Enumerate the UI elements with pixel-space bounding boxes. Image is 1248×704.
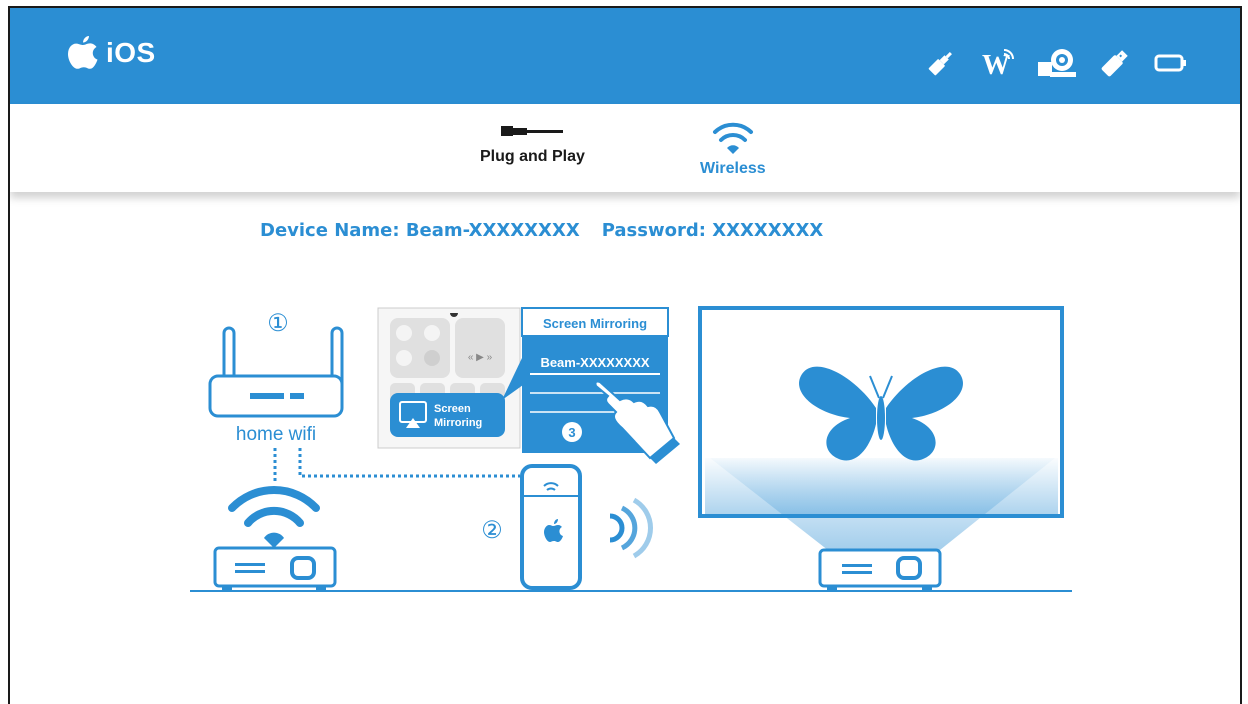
iphone-icon (520, 464, 582, 590)
signal-waves-icon (609, 497, 653, 559)
panel-title: Screen Mirroring (543, 316, 647, 331)
projection-screen (698, 306, 1064, 558)
router-icon (208, 326, 344, 418)
mode-tabbar: Plug and Play Wireless (10, 104, 1240, 192)
battery-icon[interactable] (1154, 53, 1188, 73)
app-window: iOS W Plug and Play Wireless Device Name… (8, 6, 1242, 704)
butterfly-icon (799, 366, 963, 461)
panel-device-name: Beam-XXXXXXXX (540, 355, 649, 370)
tab-label-plug-and-play: Plug and Play (480, 148, 585, 165)
screen-mirroring-button-line2: Mirroring (434, 417, 482, 429)
brand: iOS (66, 34, 156, 72)
password-text: Password: XXXXXXXX (601, 220, 824, 241)
svg-text:« ▶ »: « ▶ » (468, 352, 493, 363)
tab-wireless[interactable]: Wireless (700, 118, 766, 178)
screen-mirroring-button: Screen Mirroring (390, 393, 505, 437)
wifi-icon (712, 122, 753, 154)
screen-mirroring-button-line1: Screen (434, 403, 471, 415)
hdmi-cable-icon (501, 126, 564, 136)
webcam-icon[interactable] (1036, 46, 1076, 80)
screen-mirroring-panel (502, 307, 669, 453)
hdmi-plug-icon[interactable] (924, 46, 958, 80)
tab-plug-and-play[interactable]: Plug and Play (480, 118, 585, 166)
connection-info: Device Name: Beam-XXXXXXXX Password: XXX… (260, 220, 823, 241)
step-1-marker: ① (267, 310, 289, 337)
tab-label-wireless: Wireless (700, 160, 766, 177)
projector-left-icon (213, 546, 337, 591)
device-name-text: Device Name: Beam-XXXXXXXX (260, 220, 580, 241)
pointing-hand-icon (594, 380, 680, 464)
brand-label: iOS (106, 37, 156, 68)
router-phone-link (298, 448, 520, 478)
usb-drive-icon[interactable] (1098, 46, 1132, 80)
step-3-marker: 3 (568, 425, 575, 440)
header-bar: iOS W (10, 8, 1240, 104)
step-2-marker: ② (481, 517, 503, 544)
header-icons: W (924, 46, 1188, 80)
apple-logo-icon (68, 36, 98, 69)
wifi-signal-icon (228, 486, 320, 548)
router-label: home wifi (236, 424, 316, 445)
control-center-card: « ▶ » (377, 307, 521, 449)
wifi-w-icon[interactable]: W (980, 46, 1014, 80)
projector-right-icon (818, 548, 942, 591)
